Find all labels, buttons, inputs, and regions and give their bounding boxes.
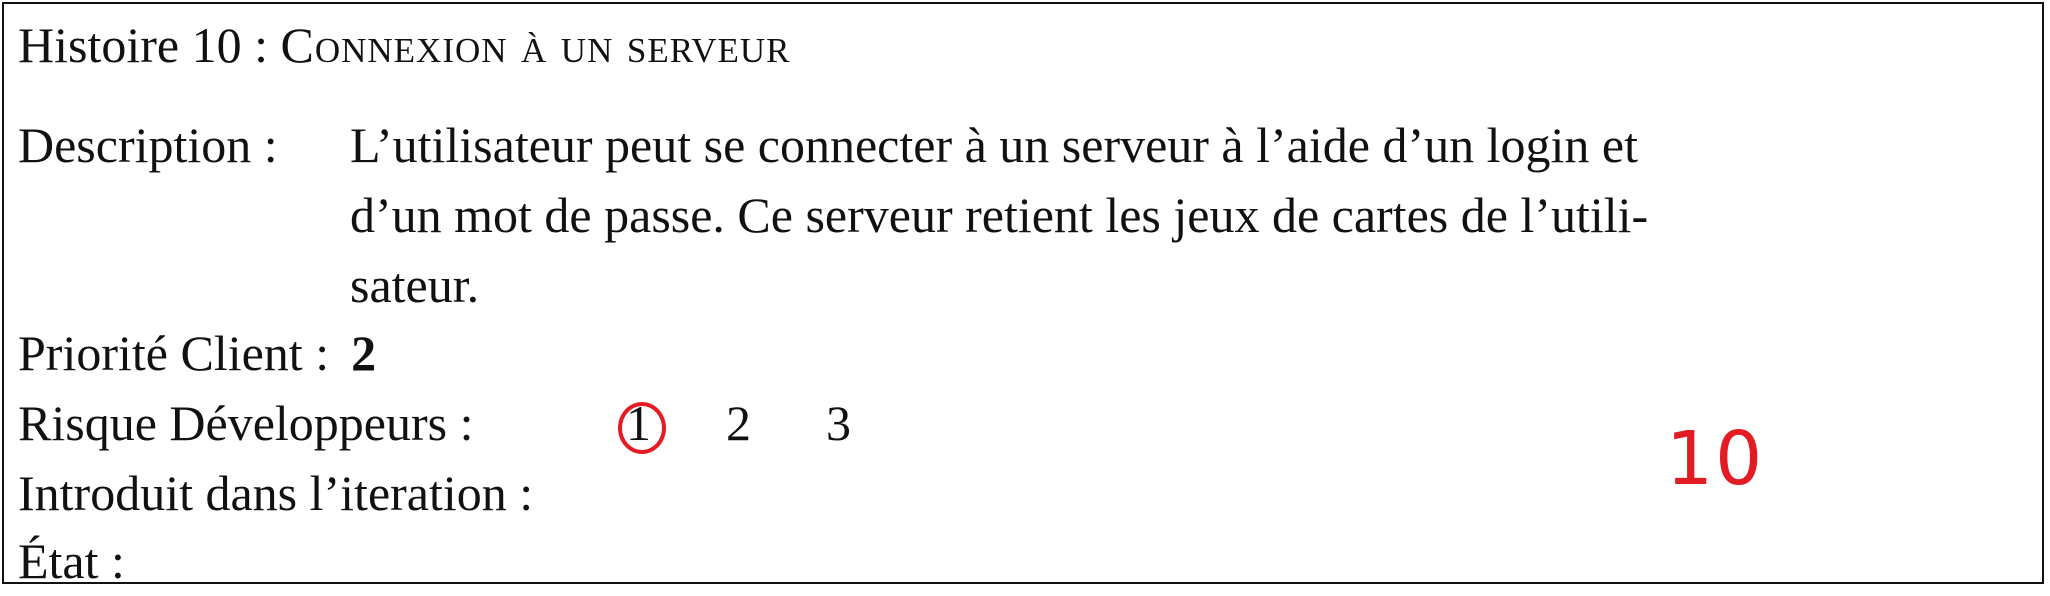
state-row: État :	[18, 526, 125, 596]
story-title: Histoire 10 : Connexion à un serveur	[18, 14, 791, 76]
priority-row: Priorité Client : 2	[18, 318, 376, 388]
risk-option-1-circled[interactable]: 1	[618, 388, 726, 458]
story-title-name: Connexion à un serveur	[280, 17, 791, 73]
risk-label: Risque Développeurs :	[18, 395, 474, 451]
story-title-prefix: Histoire 10 :	[18, 17, 281, 73]
description-line: L’utilisateur peut se connecter à un ser…	[350, 117, 1638, 173]
priority-value: 2	[351, 325, 377, 381]
risk-option-3[interactable]: 3	[826, 388, 926, 458]
iteration-label: Introduit dans l’iteration :	[18, 465, 534, 521]
risk-row: Risque Développeurs :	[18, 388, 473, 458]
risk-options: 123	[618, 388, 926, 458]
iteration-row: Introduit dans l’iteration :	[18, 458, 533, 528]
state-label: État :	[18, 533, 125, 589]
description-line: d’un mot de passe. Ce serveur retient le…	[350, 187, 1649, 243]
risk-option-2[interactable]: 2	[726, 388, 826, 458]
description-label: Description :	[18, 117, 278, 173]
description-line: sateur.	[350, 257, 480, 313]
description-text: L’utilisateur peut se connecter à un ser…	[350, 110, 1970, 320]
handwritten-iteration-value: 10	[1666, 416, 1765, 502]
priority-label: Priorité Client :	[18, 325, 330, 381]
